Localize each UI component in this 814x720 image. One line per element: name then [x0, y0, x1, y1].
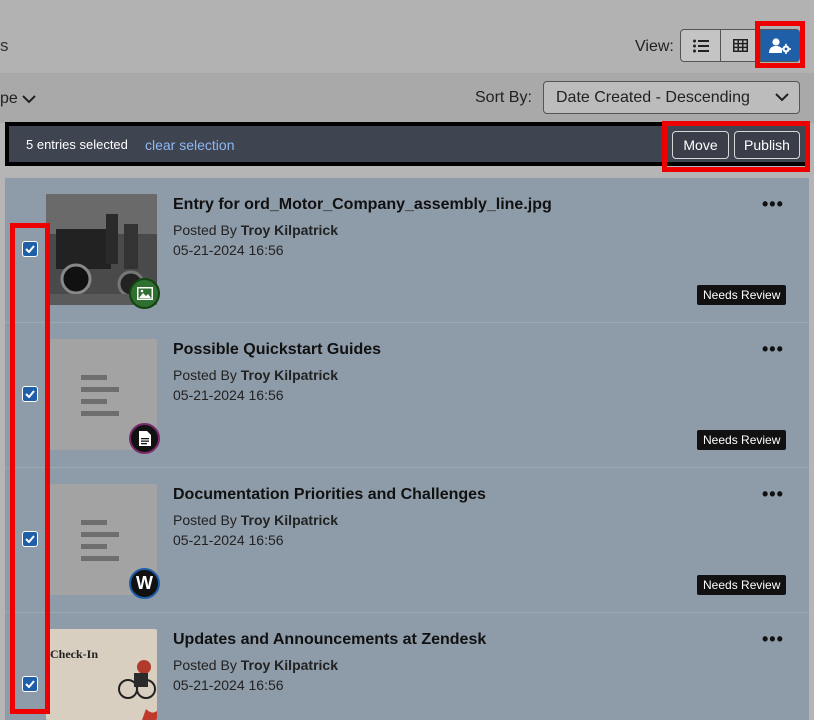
entry-posted-by: Posted By Troy Kilpatrick — [173, 512, 338, 528]
sort-select[interactable]: Date Created - Descending — [543, 81, 800, 114]
entry-title[interactable]: Entry for ord_Motor_Company_assembly_lin… — [173, 196, 552, 214]
highlight-view-button — [755, 21, 805, 68]
clear-selection-link[interactable]: clear selection — [145, 137, 235, 153]
more-options-icon[interactable]: ••• — [762, 629, 784, 650]
list-icon — [692, 39, 709, 52]
status-badge: Needs Review — [697, 430, 787, 450]
entry-posted-by: Posted By Troy Kilpatrick — [173, 367, 338, 383]
type-filter-label: pe — [0, 90, 18, 107]
chevron-down-icon — [775, 93, 789, 102]
word-icon: W — [136, 573, 153, 593]
image-icon — [136, 287, 153, 300]
more-options-icon[interactable]: ••• — [762, 484, 784, 505]
status-badge: Needs Review — [697, 285, 787, 305]
entry-posted-by: Posted By Troy Kilpatrick — [173, 657, 338, 673]
grid-icon — [733, 39, 748, 52]
more-options-icon[interactable]: ••• — [762, 339, 784, 360]
entry-date: 05-21-2024 16:56 — [173, 242, 284, 258]
sort-select-value: Date Created - Descending — [556, 88, 750, 106]
document-type-badge — [129, 423, 160, 454]
image-type-badge — [129, 278, 160, 309]
highlight-checkbox-column — [10, 223, 50, 714]
highlight-action-buttons — [662, 121, 810, 172]
entry-list: Entry for ord_Motor_Company_assembly_lin… — [5, 178, 809, 720]
list-item[interactable]: W Documentation Priorities and Challenge… — [5, 468, 809, 613]
list-view-button[interactable] — [681, 30, 721, 61]
chevron-down-icon — [22, 94, 36, 103]
entry-date: 05-21-2024 16:56 — [173, 532, 284, 548]
sort-by-label: Sort By: — [475, 89, 532, 106]
entry-thumbnail-photo: Check-In — [46, 629, 157, 720]
entry-date: 05-21-2024 16:56 — [173, 677, 284, 693]
document-icon — [138, 431, 151, 446]
entry-author: Troy Kilpatrick — [240, 222, 338, 238]
status-badge: Needs Review — [697, 575, 787, 595]
list-item[interactable]: Check-In Updates and Announcements at Ze… — [5, 613, 809, 720]
type-filter-dropdown[interactable]: pe — [0, 90, 36, 108]
entry-author: Troy Kilpatrick — [240, 512, 338, 528]
entry-author: Troy Kilpatrick — [240, 657, 338, 673]
entry-title[interactable]: Documentation Priorities and Challenges — [173, 486, 486, 504]
list-item[interactable]: Possible Quickstart Guides Posted By Tro… — [5, 323, 809, 468]
entry-posted-by: Posted By Troy Kilpatrick — [173, 222, 338, 238]
entry-title[interactable]: Updates and Announcements at Zendesk — [173, 631, 486, 649]
word-type-badge: W — [129, 568, 160, 599]
entry-date: 05-21-2024 16:56 — [173, 387, 284, 403]
entry-title[interactable]: Possible Quickstart Guides — [173, 341, 381, 359]
list-item[interactable]: Entry for ord_Motor_Company_assembly_lin… — [5, 178, 809, 323]
selection-count: 5 entries selected — [26, 137, 128, 152]
entry-author: Troy Kilpatrick — [240, 367, 338, 383]
page-title-fragment: s — [0, 36, 9, 55]
view-label: View: — [635, 38, 674, 55]
more-options-icon[interactable]: ••• — [762, 194, 784, 215]
